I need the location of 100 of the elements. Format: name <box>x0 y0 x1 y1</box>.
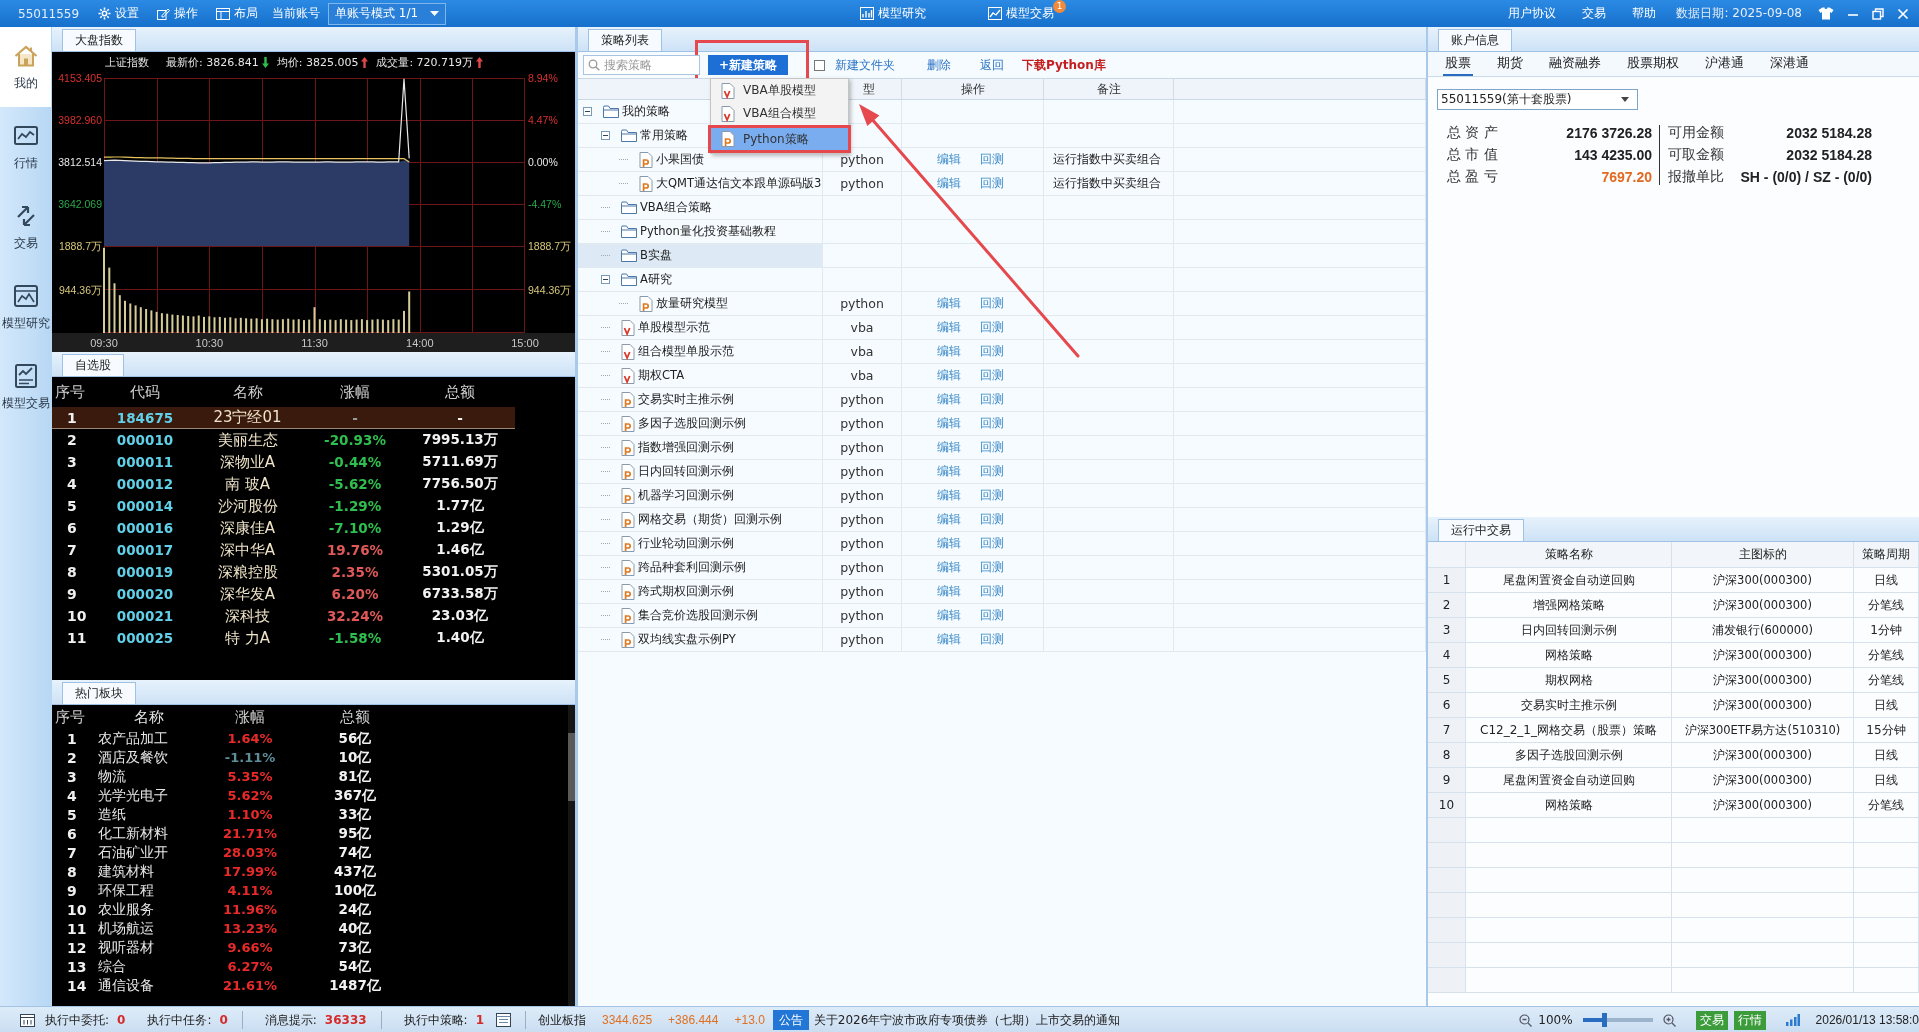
tree-item[interactable]: Python量化投资基础教程 <box>578 220 823 243</box>
tab[interactable]: 股票 <box>1443 52 1473 76</box>
tree-item[interactable]: 单股模型示范 <box>578 316 823 339</box>
tree-item[interactable]: 多因子选股回测示例 <box>578 412 823 435</box>
tree-item[interactable]: 跨式期权回测示例 <box>578 580 823 603</box>
scrollbar-thumb[interactable] <box>568 733 575 801</box>
tree-item[interactable]: 网格交易（期货）回测示例 <box>578 508 823 531</box>
window-icon[interactable] <box>496 1013 511 1027</box>
tab[interactable]: 深港通 <box>1768 52 1811 76</box>
action-link[interactable]: 编辑 <box>937 343 961 360</box>
action-link[interactable]: 编辑 <box>937 151 961 168</box>
action-link[interactable]: 回测 <box>980 583 1004 600</box>
table-row[interactable]: 7 000017 深中华A 19.76% 1.46亿 <box>52 539 515 561</box>
action-link[interactable]: 编辑 <box>937 295 961 312</box>
search-field[interactable]: 搜索策略 <box>583 55 700 75</box>
action-link[interactable]: 回测 <box>980 151 1004 168</box>
toolbar-link[interactable]: 下载Python库 <box>1022 56 1106 74</box>
action-link[interactable]: 回测 <box>980 319 1004 336</box>
notice-link[interactable]: 关于2026年宁波市政府专项债券（七期）上市交易的通知 <box>813 1011 1121 1029</box>
tree-item[interactable]: 指数增强回测示例 <box>578 436 823 459</box>
account-select[interactable]: 55011559(第十套股票) <box>1437 89 1638 110</box>
tree-item[interactable]: 大QMT通达信文本跟单源码版3 <box>578 172 823 195</box>
tree-item[interactable]: 跨品种套利回测示例 <box>578 556 823 579</box>
action-link[interactable]: 编辑 <box>937 583 961 600</box>
table-row[interactable]: 10 000021 深科技 32.24% 23.03亿 <box>52 605 515 627</box>
table-row[interactable]: 11 000025 特 力A -1.58% 1.40亿 <box>52 627 515 649</box>
menu-button[interactable]: 布局 <box>214 2 260 25</box>
action-link[interactable]: 回测 <box>980 511 1004 528</box>
minus-box-icon[interactable] <box>601 131 610 140</box>
toolbar-link[interactable]: 删除 <box>927 56 951 74</box>
shirt-icon[interactable] <box>1818 7 1834 20</box>
table-row[interactable]: 6 000016 深康佳A -7.10% 1.29亿 <box>52 517 515 539</box>
restore-icon[interactable] <box>1872 7 1884 20</box>
table-row[interactable]: 3 000011 深物业A -0.44% 5711.69万 <box>52 451 515 473</box>
tab[interactable]: 融资融券 <box>1547 52 1603 76</box>
table-row[interactable]: 8 000019 深粮控股 2.35% 5301.05万 <box>52 561 515 583</box>
action-link[interactable]: 回测 <box>980 439 1004 456</box>
menu-item[interactable]: VBA单股模型 <box>711 79 848 102</box>
action-link[interactable]: 编辑 <box>937 511 961 528</box>
action-link[interactable]: 编辑 <box>937 535 961 552</box>
menu-button[interactable]: 操作 <box>155 2 200 25</box>
scrollbar[interactable] <box>568 705 575 1006</box>
action-link[interactable]: 编辑 <box>937 439 961 456</box>
action-link[interactable]: 编辑 <box>937 559 961 576</box>
zoom-in-icon[interactable] <box>1662 1013 1676 1027</box>
tree-item[interactable]: 双均线实盘示例PY <box>578 628 823 651</box>
minus-box-icon[interactable] <box>601 275 610 284</box>
panel-tab[interactable]: 热门板块 <box>62 682 136 704</box>
tree-item[interactable]: 集合竞价选股回测示例 <box>578 604 823 627</box>
tree-item[interactable]: 机器学习回测示例 <box>578 484 823 507</box>
table-row[interactable]: 9 000020 深华发A 6.20% 6733.58万 <box>52 583 515 605</box>
tree-item[interactable]: 放量研究模型 <box>578 292 823 315</box>
panel-tab[interactable]: 账户信息 <box>1438 29 1512 51</box>
zoom-out-icon[interactable] <box>1519 1013 1533 1027</box>
toolbar-link[interactable]: 新建文件夹 <box>835 56 895 74</box>
action-link[interactable]: 回测 <box>980 607 1004 624</box>
panel-tab[interactable]: 运行中交易 <box>1438 519 1524 541</box>
panel-tab[interactable]: 自选股 <box>62 354 124 376</box>
new-strategy-button[interactable]: +新建策略 <box>708 55 788 75</box>
tab[interactable]: 股票期权 <box>1625 52 1681 76</box>
table-row[interactable]: 4 000012 南 玻A -5.62% 7756.50万 <box>52 473 515 495</box>
action-link[interactable]: 编辑 <box>937 463 961 480</box>
tree-item[interactable]: 组合模型单股示范 <box>578 340 823 363</box>
table-row[interactable]: 1 184675 23宁经01 - - <box>52 407 515 429</box>
action-link[interactable]: 编辑 <box>937 607 961 624</box>
menu-button[interactable]: 设置 <box>96 2 141 25</box>
close-icon[interactable] <box>1897 7 1909 20</box>
account-mode-dropdown[interactable]: 单账号模式 1/1 <box>328 2 446 25</box>
action-link[interactable]: 回测 <box>980 415 1004 432</box>
menu-link[interactable]: 用户协议 <box>1506 2 1559 25</box>
nav-item[interactable]: 行情 <box>0 107 51 187</box>
tree-item[interactable]: 日内回转回测示例 <box>578 460 823 483</box>
nav-item[interactable]: 交易 <box>0 187 51 267</box>
nav-item[interactable]: 我的 <box>0 27 51 107</box>
action-link[interactable]: 回测 <box>980 175 1004 192</box>
action-link[interactable]: 回测 <box>980 487 1004 504</box>
tree-item[interactable]: VBA组合策略 <box>578 196 823 219</box>
table-row[interactable]: 5 000014 沙河股份 -1.29% 1.77亿 <box>52 495 515 517</box>
action-link[interactable]: 编辑 <box>937 391 961 408</box>
action-link[interactable]: 回测 <box>980 559 1004 576</box>
slider-thumb[interactable] <box>1601 1013 1607 1027</box>
action-link[interactable]: 编辑 <box>937 175 961 192</box>
nav-item[interactable]: 模型研究 <box>0 267 51 347</box>
table-row[interactable]: 2 000010 美丽生态 -20.93% 7995.13万 <box>52 429 515 451</box>
action-link[interactable]: 编辑 <box>937 367 961 384</box>
menu-link[interactable]: 帮助 <box>1630 2 1659 25</box>
minus-box-icon[interactable] <box>583 107 592 116</box>
action-link[interactable]: 回测 <box>980 367 1004 384</box>
nav-item[interactable]: 模型交易 <box>0 347 51 427</box>
checkbox-icon[interactable] <box>814 59 825 71</box>
menu-link[interactable]: 交易 <box>1580 2 1609 25</box>
action-link[interactable]: 回测 <box>980 631 1004 648</box>
tree-item[interactable]: 行业轮动回测示例 <box>578 532 823 555</box>
tab[interactable]: 沪港通 <box>1703 52 1746 76</box>
action-link[interactable]: 编辑 <box>937 319 961 336</box>
action-link[interactable]: 编辑 <box>937 415 961 432</box>
tab[interactable]: 期货 <box>1495 52 1525 76</box>
tree-item[interactable]: 交易实时主推示例 <box>578 388 823 411</box>
tree-item[interactable]: 期权CTA <box>578 364 823 387</box>
action-link[interactable]: 回测 <box>980 343 1004 360</box>
